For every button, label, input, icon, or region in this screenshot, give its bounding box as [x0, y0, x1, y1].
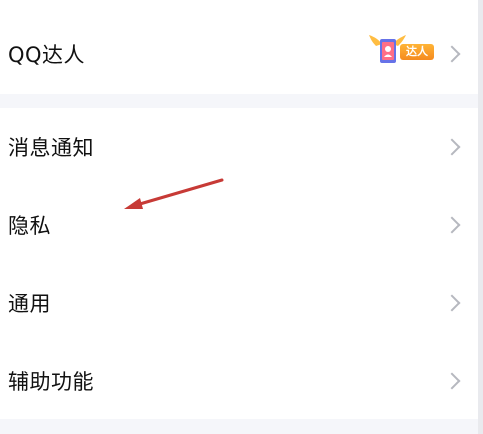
- chevron-right-icon: [443, 294, 461, 312]
- accessibility-label: 辅助功能: [8, 370, 94, 394]
- settings-row-general[interactable]: 通用: [0, 264, 478, 342]
- privacy-label: 隐私: [8, 214, 51, 238]
- general-label: 通用: [8, 292, 51, 316]
- red-arrow-annotation: [124, 178, 224, 209]
- badge-label: 达人: [400, 44, 434, 60]
- qq-expert-badge-icon: 达人: [368, 34, 434, 66]
- chevron-right-icon: [443, 138, 461, 156]
- settings-row-accessibility[interactable]: 辅助功能: [0, 342, 478, 420]
- settings-group-main: 消息通知 隐私 通用 辅助功能: [0, 108, 478, 419]
- scrollbar-track: [478, 0, 483, 434]
- chevron-right-icon: [443, 45, 461, 63]
- chevron-right-icon: [443, 216, 461, 234]
- chevron-right-icon: [443, 372, 461, 390]
- settings-row-qq-expert[interactable]: QQ达人 达人: [0, 0, 478, 94]
- notifications-label: 消息通知: [8, 136, 94, 160]
- settings-screen: QQ达人 达人 消息通知 隐私 通用 辅助功能: [0, 0, 483, 434]
- settings-row-notifications[interactable]: 消息通知: [0, 108, 478, 186]
- qq-expert-label: QQ达人: [8, 43, 86, 67]
- settings-row-privacy[interactable]: 隐私: [0, 186, 478, 264]
- settings-group-top: QQ达人 达人: [0, 0, 478, 94]
